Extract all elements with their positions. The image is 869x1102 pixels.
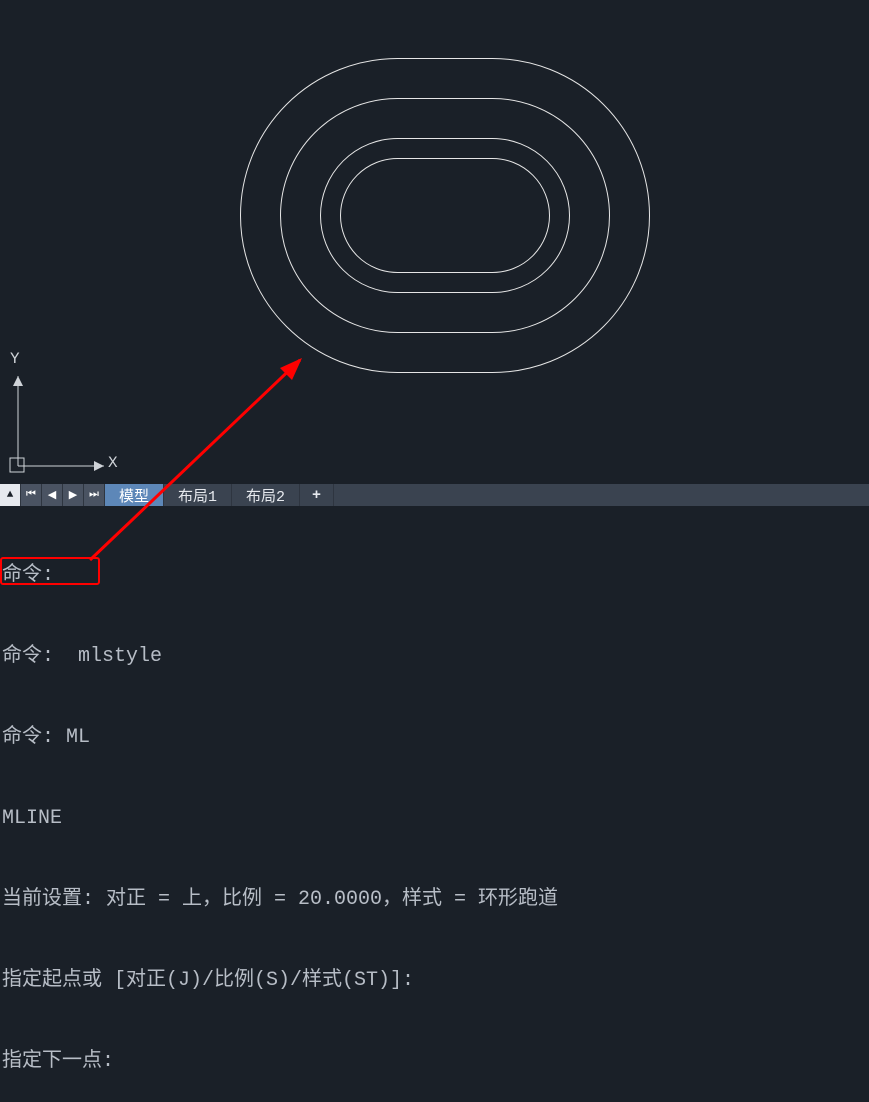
tab-layout1[interactable]: 布局1	[164, 484, 232, 506]
tab-layout2[interactable]: 布局2	[232, 484, 300, 506]
tab-last-button[interactable]: ⏭	[84, 484, 105, 506]
ucs-y-label: Y	[10, 350, 20, 368]
tab-prev-button[interactable]: ◀	[42, 484, 63, 506]
cmd-history-line: 指定起点或 [对正(J)/比例(S)/样式(ST)]:	[2, 967, 869, 994]
cmd-history-line: 当前设置: 对正 = 上，比例 = 20.0000，样式 = 环形跑道	[2, 886, 869, 913]
layout-tab-strip: ▲ ⏮ ◀ ▶ ⏭ 模型 布局1 布局2 +	[0, 484, 869, 506]
command-line-panel[interactable]: 命令: 命令: mlstyle 命令: ML MLINE 当前设置: 对正 = …	[0, 506, 869, 1102]
ucs-x-label: X	[108, 454, 118, 472]
cmd-history-line: 命令:	[2, 562, 869, 589]
tab-add[interactable]: +	[300, 484, 334, 506]
cmd-history-line: 命令: ML	[2, 724, 869, 751]
tab-menu-button[interactable]: ▲	[0, 484, 21, 506]
tab-next-button[interactable]: ▶	[63, 484, 84, 506]
tab-first-button[interactable]: ⏮	[21, 484, 42, 506]
ucs-icon: X Y	[4, 356, 124, 476]
cmd-prompt-line[interactable]: 指定下一点:	[2, 1048, 869, 1075]
cmd-history-line: 命令: mlstyle	[2, 643, 869, 670]
tab-model[interactable]: 模型	[105, 484, 164, 506]
drawing-canvas[interactable]: X Y	[0, 0, 869, 484]
cmd-history-line: MLINE	[2, 805, 869, 832]
